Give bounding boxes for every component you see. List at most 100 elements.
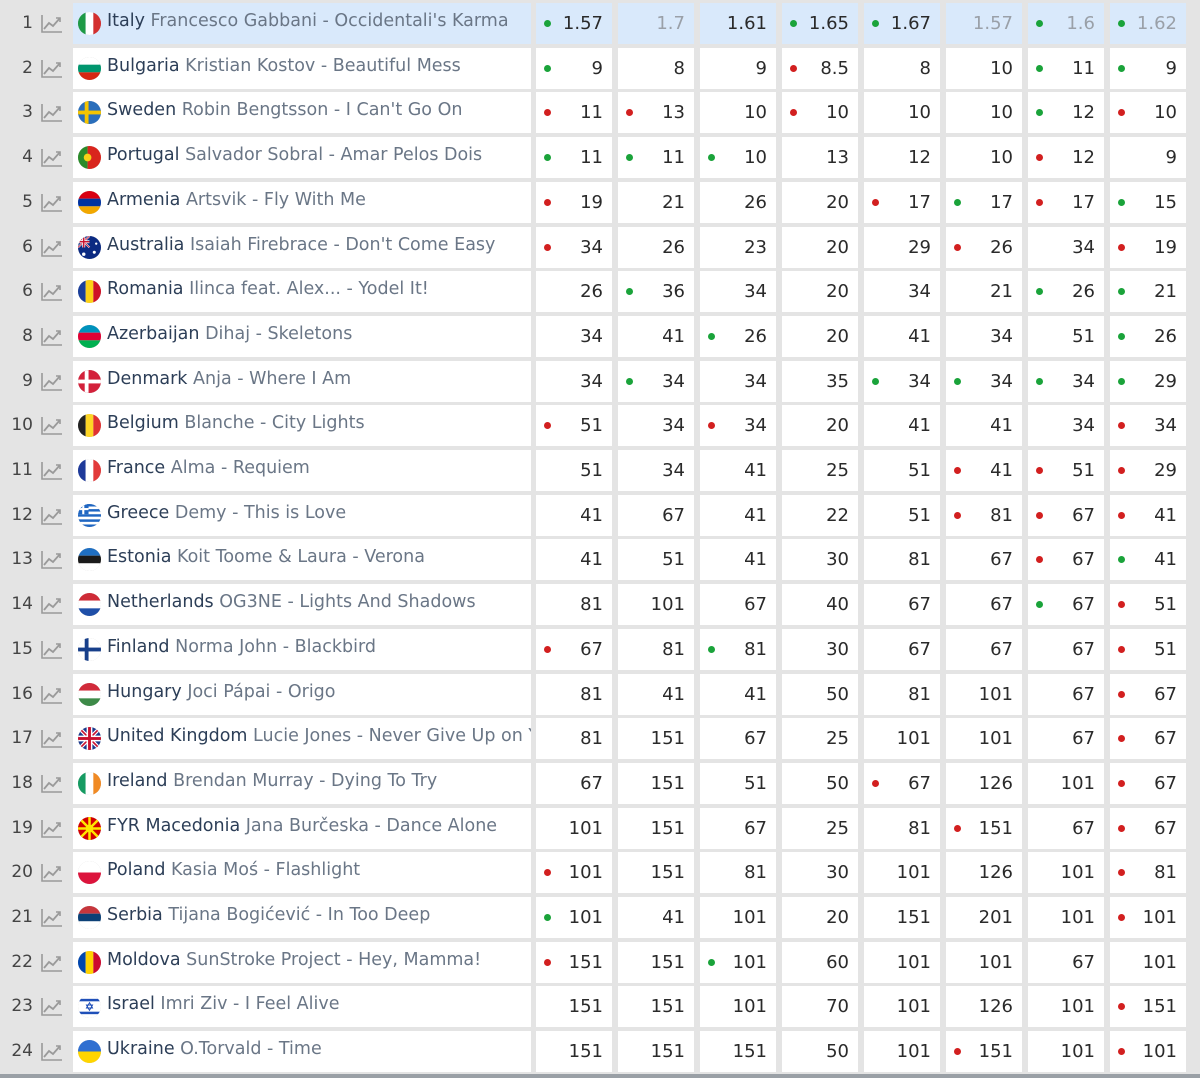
odds-cell[interactable]: 11: [1028, 47, 1104, 89]
odds-cell[interactable]: 151: [618, 941, 694, 983]
odds-cell[interactable]: 51: [700, 762, 776, 804]
odds-cell[interactable]: 51: [1110, 628, 1186, 670]
odds-cell[interactable]: 17: [946, 181, 1022, 223]
odds-cell[interactable]: 151: [536, 986, 612, 1028]
odds-cell[interactable]: 15: [1110, 181, 1186, 223]
odds-cell[interactable]: 9: [1110, 47, 1186, 89]
odds-cell[interactable]: 81: [618, 628, 694, 670]
odds-cell[interactable]: 126: [946, 762, 1022, 804]
odds-cell[interactable]: 101: [864, 986, 940, 1028]
odds-cell[interactable]: 41: [946, 405, 1022, 447]
odds-cell[interactable]: 51: [618, 539, 694, 581]
odds-cell[interactable]: 151: [536, 941, 612, 983]
odds-cell[interactable]: 34: [700, 271, 776, 313]
odds-cell[interactable]: 67: [536, 762, 612, 804]
odds-cell[interactable]: 81: [864, 539, 940, 581]
odds-cell[interactable]: 67: [700, 807, 776, 849]
odds-cell[interactable]: 101: [700, 941, 776, 983]
odds-cell[interactable]: 151: [618, 762, 694, 804]
entry-cell[interactable]: Australia Isaiah Firebrace - Don't Come …: [73, 226, 531, 268]
odds-cell[interactable]: 101: [536, 897, 612, 938]
entry-cell[interactable]: Finland Norma John - Blackbird: [73, 628, 531, 670]
odds-cell[interactable]: 29: [864, 226, 940, 268]
odds-cell[interactable]: 81: [946, 494, 1022, 536]
odds-cell[interactable]: 25: [782, 807, 858, 849]
odds-cell[interactable]: 151: [946, 807, 1022, 849]
odds-cell[interactable]: 67: [1028, 494, 1104, 536]
odds-cell[interactable]: 41: [946, 450, 1022, 491]
line-chart-icon[interactable]: [40, 729, 64, 749]
odds-cell[interactable]: 67: [1028, 807, 1104, 849]
odds-cell[interactable]: 34: [1110, 405, 1186, 447]
odds-cell[interactable]: 22: [782, 494, 858, 536]
odds-cell[interactable]: 101: [864, 1031, 940, 1073]
line-chart-icon[interactable]: [40, 461, 64, 481]
odds-cell[interactable]: 1.62: [1110, 3, 1186, 44]
odds-cell[interactable]: 101: [946, 941, 1022, 983]
line-chart-icon[interactable]: [40, 372, 64, 392]
line-chart-icon[interactable]: [40, 595, 64, 615]
odds-cell[interactable]: 41: [618, 673, 694, 715]
odds-cell[interactable]: 81: [864, 673, 940, 715]
odds-cell[interactable]: 26: [946, 226, 1022, 268]
entry-cell[interactable]: Greece Demy - This is Love: [73, 494, 531, 536]
odds-cell[interactable]: 17: [864, 181, 940, 223]
odds-cell[interactable]: 13: [618, 92, 694, 134]
line-chart-icon[interactable]: [40, 282, 64, 302]
line-chart-icon[interactable]: [40, 59, 64, 79]
odds-cell[interactable]: 41: [1110, 494, 1186, 536]
odds-cell[interactable]: 101: [1028, 852, 1104, 894]
entry-cell[interactable]: Sweden Robin Bengtsson - I Can't Go On: [73, 92, 531, 134]
odds-cell[interactable]: 26: [1110, 315, 1186, 357]
line-chart-icon[interactable]: [40, 953, 64, 973]
odds-cell[interactable]: 67: [700, 718, 776, 760]
odds-cell[interactable]: 8: [864, 47, 940, 89]
odds-cell[interactable]: 35: [782, 360, 858, 402]
entry-cell[interactable]: Italy Francesco Gabbani - Occidentali's …: [73, 3, 531, 44]
odds-cell[interactable]: 1.6: [1028, 3, 1104, 44]
odds-cell[interactable]: 67: [946, 628, 1022, 670]
entry-cell[interactable]: France Alma - Requiem: [73, 450, 531, 491]
odds-cell[interactable]: 67: [1110, 762, 1186, 804]
entry-cell[interactable]: Ukraine O.Torvald - Time: [73, 1031, 531, 1073]
entry-cell[interactable]: Bulgaria Kristian Kostov - Beautiful Mes…: [73, 47, 531, 89]
entry-cell[interactable]: Moldova SunStroke Project - Hey, Mamma!: [73, 941, 531, 983]
odds-cell[interactable]: 29: [1110, 360, 1186, 402]
odds-cell[interactable]: 51: [1028, 450, 1104, 491]
odds-cell[interactable]: 151: [1110, 986, 1186, 1028]
odds-cell[interactable]: 67: [1110, 718, 1186, 760]
entry-cell[interactable]: Portugal Salvador Sobral - Amar Pelos Do…: [73, 137, 531, 179]
odds-cell[interactable]: 12: [1028, 137, 1104, 179]
entry-cell[interactable]: Armenia Artsvik - Fly With Me: [73, 181, 531, 223]
odds-cell[interactable]: 151: [536, 1031, 612, 1073]
line-chart-icon[interactable]: [40, 148, 64, 168]
odds-cell[interactable]: 67: [946, 584, 1022, 626]
odds-cell[interactable]: 10: [782, 92, 858, 134]
odds-cell[interactable]: 1.67: [864, 3, 940, 44]
odds-cell[interactable]: 19: [1110, 226, 1186, 268]
odds-cell[interactable]: 151: [700, 1031, 776, 1073]
odds-cell[interactable]: 41: [700, 450, 776, 491]
odds-cell[interactable]: 10: [700, 92, 776, 134]
odds-cell[interactable]: 41: [1110, 539, 1186, 581]
odds-cell[interactable]: 101: [946, 673, 1022, 715]
odds-cell[interactable]: 10: [1110, 92, 1186, 134]
odds-cell[interactable]: 20: [782, 271, 858, 313]
line-chart-icon[interactable]: [40, 327, 64, 347]
odds-cell[interactable]: 21: [618, 181, 694, 223]
odds-cell[interactable]: 41: [864, 315, 940, 357]
line-chart-icon[interactable]: [40, 238, 64, 258]
entry-cell[interactable]: Denmark Anja - Where I Am: [73, 360, 531, 402]
odds-cell[interactable]: 101: [1028, 1031, 1104, 1073]
odds-cell[interactable]: 51: [1028, 315, 1104, 357]
entry-cell[interactable]: Israel Imri Ziv - I Feel Alive: [73, 986, 531, 1028]
line-chart-icon[interactable]: [40, 774, 64, 794]
odds-cell[interactable]: 8: [618, 47, 694, 89]
line-chart-icon[interactable]: [40, 640, 64, 660]
odds-cell[interactable]: 67: [1028, 718, 1104, 760]
odds-cell[interactable]: 50: [782, 762, 858, 804]
odds-cell[interactable]: 1.57: [536, 3, 612, 44]
odds-cell[interactable]: 40: [782, 584, 858, 626]
odds-cell[interactable]: 51: [536, 405, 612, 447]
odds-cell[interactable]: 41: [536, 539, 612, 581]
